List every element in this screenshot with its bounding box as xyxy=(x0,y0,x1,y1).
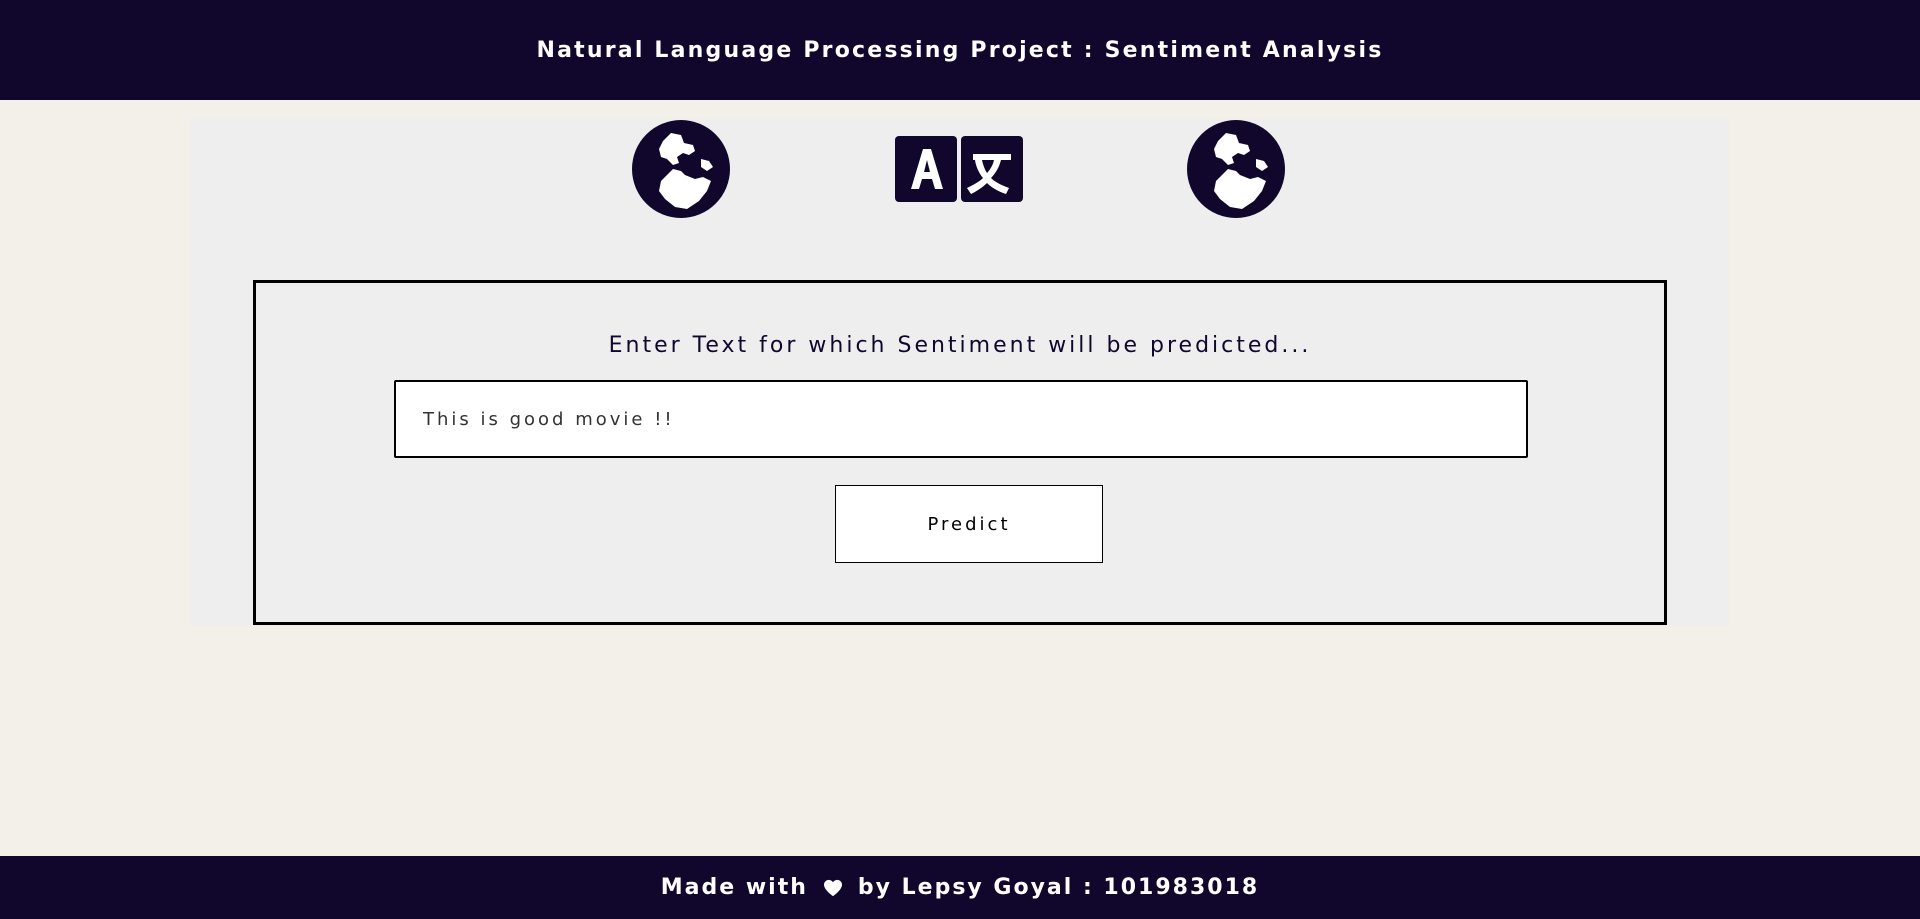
translate-icon xyxy=(895,136,1023,202)
sentiment-form: Enter Text for which Sentiment will be p… xyxy=(253,280,1667,625)
footer-made-with: Made with xyxy=(660,875,808,900)
predict-button[interactable]: Predict xyxy=(835,485,1103,563)
page-header: Natural Language Processing Project : Se… xyxy=(0,0,1920,100)
form-prompt: Enter Text for which Sentiment will be p… xyxy=(608,333,1312,358)
text-input[interactable] xyxy=(394,380,1528,458)
globe-icon xyxy=(1187,120,1285,218)
main-panel: Enter Text for which Sentiment will be p… xyxy=(190,119,1729,626)
page-title: Natural Language Processing Project : Se… xyxy=(536,37,1384,63)
globe-icon xyxy=(632,120,730,218)
page-footer: Made with by Lepsy Goyal : 101983018 xyxy=(0,856,1920,919)
footer-author: by Lepsy Goyal : 101983018 xyxy=(857,875,1260,900)
heart-icon xyxy=(823,879,842,896)
